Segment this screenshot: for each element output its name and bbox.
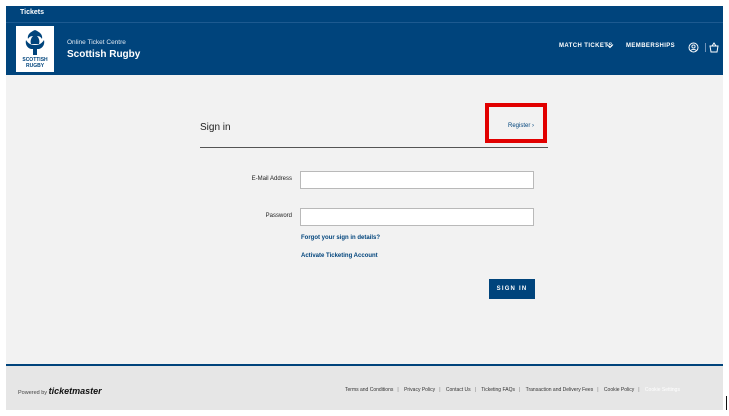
site-header: SCOTTISH RUGBY Online Ticket Centre Scot… (6, 23, 723, 75)
footer-separator: | (474, 387, 476, 393)
powered-by: Powered by ticketmaster (18, 386, 102, 396)
account-icon[interactable] (688, 42, 699, 53)
footer-links: Terms and Conditions | Privacy Policy | Co… (345, 387, 680, 393)
password-field[interactable] (300, 208, 534, 226)
email-label: E-Mail Address (251, 176, 292, 182)
brand-title[interactable]: Scottish Rugby (67, 49, 140, 60)
footer-separator: | (439, 387, 441, 393)
powered-by-label: Powered by (18, 390, 48, 396)
text-cursor (726, 396, 727, 410)
email-field[interactable] (300, 171, 534, 189)
nav-match-tickets[interactable]: MATCH TICKETS (559, 43, 613, 49)
thistle-icon: SCOTTISH RUGBY (22, 30, 48, 69)
footer-link-terms[interactable]: Terms and Conditions (345, 387, 393, 393)
site-footer: Powered by ticketmaster Terms and Condit… (6, 364, 723, 410)
register-link[interactable]: Register › (508, 123, 534, 129)
header-divider (705, 43, 706, 52)
page-title: Sign in (200, 122, 231, 133)
activate-account-link[interactable]: Activate Ticketing Account (301, 253, 378, 259)
password-label: Password (265, 213, 292, 219)
brand-subtitle: Online Ticket Centre (67, 39, 126, 46)
tickets-tab[interactable]: Tickets (20, 9, 44, 16)
nav-memberships[interactable]: MEMBERSHIPS (626, 43, 675, 49)
top-bar: Tickets (6, 6, 723, 23)
footer-link-privacy[interactable]: Privacy Policy (404, 387, 435, 393)
chevron-down-icon[interactable] (606, 42, 614, 50)
footer-separator: | (597, 387, 599, 393)
ticketmaster-logo[interactable]: ticketmaster (49, 386, 102, 396)
footer-link-faqs[interactable]: Ticketing FAQs (481, 387, 515, 393)
sign-in-button[interactable]: SIGN IN (489, 279, 535, 299)
forgot-details-link[interactable]: Forgot your sign in details? (301, 235, 380, 241)
scottish-rugby-logo[interactable]: SCOTTISH RUGBY (16, 26, 54, 72)
footer-link-cookie-policy[interactable]: Cookie Policy (604, 387, 634, 393)
footer-separator: | (397, 387, 399, 393)
main-content: Sign in Register › E-Mail Address Passwo… (6, 75, 723, 365)
footer-separator: | (638, 387, 640, 393)
browser-viewport: Tickets SCOTTISH RUGBY Online Ticket Cen… (6, 6, 723, 410)
logo-text-rugby: RUGBY (26, 63, 45, 69)
footer-separator: | (518, 387, 521, 393)
footer-link-cookie-settings[interactable]: Cookie Settings (645, 387, 680, 393)
footer-link-contact[interactable]: Contact Us (446, 387, 471, 393)
footer-link-fees[interactable]: Transaction and Delivery Fees (526, 387, 594, 393)
basket-icon[interactable] (709, 42, 719, 53)
